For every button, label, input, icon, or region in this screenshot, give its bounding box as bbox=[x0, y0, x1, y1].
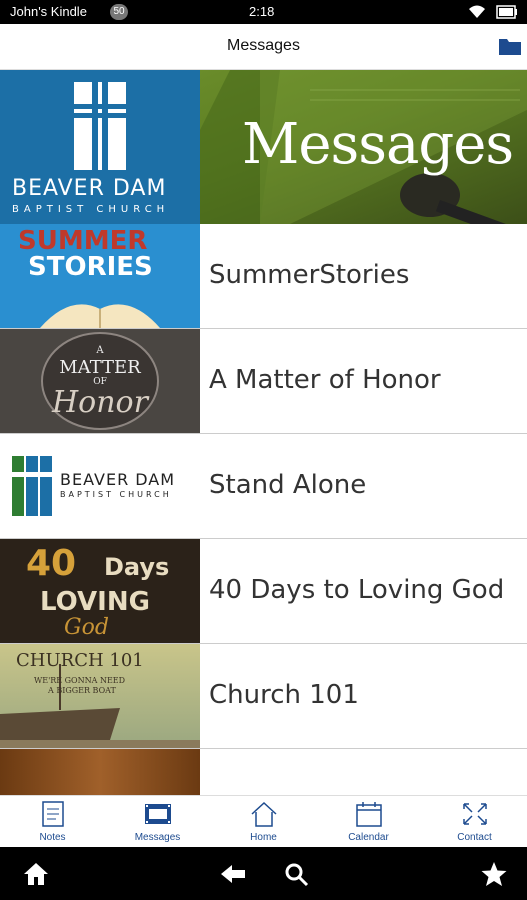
banner-title: Messages bbox=[242, 112, 514, 177]
wifi-icon bbox=[469, 5, 485, 18]
search-icon[interactable] bbox=[283, 861, 311, 887]
message-row-stand-alone[interactable]: BEAVER DAM BAPTIST CHURCH Stand Alone bbox=[0, 434, 527, 539]
tab-label: Calendar bbox=[348, 832, 389, 843]
partial-thumbnail bbox=[0, 749, 200, 795]
church-logo: BEAVER DAM BAPTIST CHURCH bbox=[0, 70, 200, 224]
thumb-text: Honor bbox=[52, 385, 148, 420]
cross-logo-icon bbox=[12, 456, 52, 516]
folder-icon[interactable] bbox=[498, 36, 522, 56]
church-101-thumbnail: CHURCH 101 WE'RE GONNA NEED A BIGGER BOA… bbox=[0, 644, 200, 748]
messages-banner: BEAVER DAM BAPTIST CHURCH Messages bbox=[0, 70, 527, 224]
tab-calendar[interactable]: Calendar bbox=[316, 796, 421, 848]
tab-label: Notes bbox=[39, 832, 66, 843]
message-row-40-days[interactable]: 40 Days LOVING God 40 Days to Loving God bbox=[0, 539, 527, 644]
message-title: A Matter of Honor bbox=[209, 365, 441, 395]
church-name: BEAVER DAM bbox=[12, 176, 167, 201]
thumb-text: BEAVER DAM bbox=[60, 470, 176, 489]
summer-stories-thumbnail: SUMMER STORIES bbox=[0, 224, 200, 328]
calendar-icon bbox=[356, 802, 382, 827]
tab-contact[interactable]: Contact bbox=[422, 796, 527, 848]
thumb-text: Days bbox=[104, 553, 170, 581]
thumb-text: A bbox=[96, 345, 104, 356]
thumb-text: 40 bbox=[26, 543, 77, 584]
notes-icon bbox=[42, 801, 64, 827]
thumb-text: God bbox=[64, 615, 109, 640]
thumb-text: BAPTIST CHURCH bbox=[60, 490, 172, 499]
message-title: Church 101 bbox=[209, 680, 359, 710]
message-title: 40 Days to Loving God bbox=[209, 575, 505, 605]
status-bar: John's Kindle 50 2:18 bbox=[0, 0, 527, 24]
thumb-text: CHURCH 101 bbox=[16, 650, 144, 671]
message-title: SummerStories bbox=[209, 260, 410, 290]
thumb-text: WE'RE GONNA NEED bbox=[34, 676, 126, 685]
tab-label: Messages bbox=[134, 832, 181, 843]
clock: 2:18 bbox=[249, 4, 275, 19]
thumb-text: MATTER bbox=[59, 357, 141, 378]
star-icon[interactable] bbox=[480, 861, 508, 887]
message-row-church-101[interactable]: CHURCH 101 WE'RE GONNA NEED A BIGGER BOA… bbox=[0, 644, 527, 749]
battery-icon bbox=[496, 5, 517, 19]
message-row-summer-stories[interactable]: SUMMER STORIES SummerStories bbox=[0, 224, 527, 329]
app-header: Messages bbox=[0, 24, 527, 70]
home-icon bbox=[251, 801, 277, 827]
thumb-text: LOVING bbox=[40, 587, 150, 617]
thumb-text: A BIGGER BOAT bbox=[48, 686, 116, 695]
home-icon[interactable] bbox=[22, 861, 50, 887]
system-nav-bar bbox=[0, 847, 527, 900]
notification-badge[interactable]: 50 bbox=[110, 4, 128, 20]
message-list: SUMMER STORIES SummerStories A MATTER OF… bbox=[0, 224, 527, 795]
bottom-tab-bar: Notes Messages Home Calendar Contact bbox=[0, 795, 527, 847]
back-icon[interactable] bbox=[219, 861, 247, 887]
banner-photo: Messages bbox=[200, 70, 527, 224]
contact-icon bbox=[463, 803, 487, 825]
cross-logo-icon bbox=[74, 82, 126, 170]
tab-label: Contact bbox=[457, 832, 492, 843]
tab-label: Home bbox=[250, 832, 277, 843]
page-title: Messages bbox=[227, 37, 300, 54]
tab-messages[interactable]: Messages bbox=[105, 796, 210, 848]
church-subtitle: BAPTIST CHURCH bbox=[12, 204, 170, 215]
film-icon bbox=[145, 804, 171, 824]
message-title: Stand Alone bbox=[209, 470, 367, 500]
matter-of-honor-thumbnail: A MATTER OF Honor bbox=[0, 329, 200, 433]
thumb-text: STORIES bbox=[28, 252, 153, 282]
device-name: John's Kindle bbox=[10, 4, 87, 19]
40-days-thumbnail: 40 Days LOVING God bbox=[0, 539, 200, 643]
message-row-matter-of-honor[interactable]: A MATTER OF Honor A Matter of Honor bbox=[0, 329, 527, 434]
message-row-partial[interactable] bbox=[0, 749, 527, 795]
tab-home[interactable]: Home bbox=[211, 796, 316, 848]
tab-notes[interactable]: Notes bbox=[0, 796, 105, 848]
stand-alone-thumbnail: BEAVER DAM BAPTIST CHURCH bbox=[0, 434, 200, 538]
